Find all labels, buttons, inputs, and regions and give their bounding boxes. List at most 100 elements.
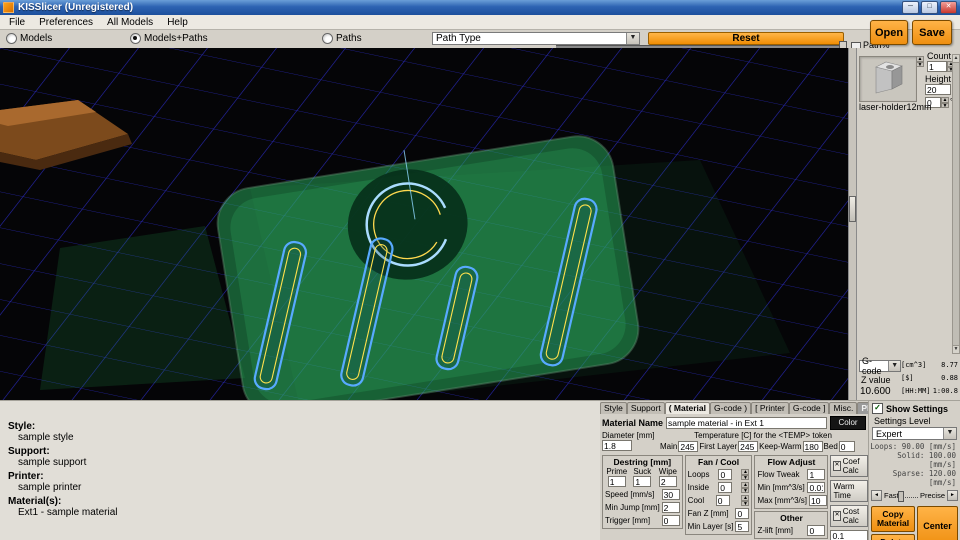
flow-tweak-input[interactable] — [807, 469, 826, 480]
kisslicer-window: KISSlicer (Unregistered) ─ □ ✕ File Pref… — [0, 0, 960, 540]
cool-input[interactable] — [715, 495, 730, 506]
fan-z-input[interactable] — [735, 508, 750, 519]
scroll-down-icon[interactable]: ▼ — [953, 345, 959, 353]
show-settings-row[interactable]: ✓ Show Settings — [872, 403, 960, 414]
maximize-icon[interactable]: □ — [921, 1, 938, 14]
menu-file[interactable]: File — [2, 16, 32, 29]
close-icon[interactable]: ✕ — [940, 1, 957, 14]
inside-input[interactable] — [718, 482, 733, 493]
temp-first-input[interactable] — [738, 441, 759, 452]
calc-column: ✕ Coef Calc Warm Time ✕ Cost Calc $ / cm… — [830, 455, 869, 540]
arrow-right-icon[interactable]: ► — [947, 490, 958, 501]
open-button[interactable]: Open — [870, 20, 908, 45]
warm-time-button[interactable]: Warm Time — [830, 480, 869, 502]
radio-models-paths-label: Models+Paths — [144, 33, 208, 44]
wipe-label: Wipe — [658, 467, 677, 476]
color-button[interactable]: Color — [830, 416, 866, 430]
cost-input[interactable] — [830, 530, 869, 540]
radio-models[interactable]: Models — [6, 33, 52, 44]
min-layer-input[interactable] — [735, 521, 750, 532]
temp-bed-input[interactable] — [838, 441, 855, 452]
title-bar: KISSlicer (Unregistered) ─ □ ✕ — [0, 0, 960, 15]
radio-models-paths[interactable]: Models+Paths — [130, 33, 208, 44]
path-type-dropdown[interactable]: Path Type ▼ — [432, 32, 640, 45]
delete-material-button[interactable]: Delete Material — [871, 534, 915, 540]
quality-slider-row: ◄ Fast Precise ► — [871, 490, 958, 502]
suck-input[interactable] — [633, 476, 652, 487]
prime-input[interactable] — [607, 476, 626, 487]
summary-style: Style: sample style — [8, 421, 74, 443]
summary-support: Support: sample support — [8, 446, 87, 468]
inside-stepper[interactable]: ▲ ▼ — [741, 482, 750, 493]
minimize-icon[interactable]: ─ — [902, 1, 919, 14]
radio-paths-dot — [322, 33, 333, 44]
center-button[interactable]: Center — [917, 506, 958, 540]
diameter-label: Diameter [mm] — [602, 431, 655, 440]
z-value-label: Z value — [861, 375, 891, 385]
count-label: Count — [927, 51, 952, 61]
trigger-input[interactable] — [661, 515, 680, 526]
flow-min-label: Min [mm^3/s] — [757, 483, 805, 492]
height-input[interactable] — [925, 84, 951, 95]
viewport-3d[interactable] — [0, 48, 848, 417]
flow-max-input[interactable] — [809, 495, 828, 506]
copy-material-button[interactable]: Copy Material — [871, 506, 915, 532]
menu-all-models[interactable]: All Models — [100, 16, 160, 29]
diameter-temp-row: Diameter [mm] Temperature [C] for the <T… — [602, 431, 866, 452]
radio-paths[interactable]: Paths — [322, 33, 362, 44]
flow-tweak-label: Flow Tweak — [757, 470, 800, 479]
settings-level-dropdown[interactable]: Expert ▼ — [872, 427, 957, 440]
sparse-speed: Sparse: 120.00 [mm/s] — [892, 469, 956, 487]
loops-input[interactable] — [718, 469, 733, 480]
coef-calc-button[interactable]: ✕ Coef Calc — [830, 455, 869, 477]
reset-button[interactable]: Reset — [648, 32, 844, 45]
wipe-input[interactable] — [658, 476, 677, 487]
scroll-up-icon[interactable]: ▲ — [953, 55, 959, 63]
layer-slider[interactable] — [848, 48, 857, 400]
cool-stepper[interactable]: ▲ ▼ — [741, 495, 750, 506]
show-settings-label: Show Settings — [886, 403, 949, 414]
quality-slider-handle[interactable] — [897, 490, 904, 502]
gcode-dropdown[interactable]: G-code ▼ — [859, 356, 901, 376]
min-layer-label: Min Layer [s] — [687, 522, 734, 531]
quality-slider[interactable] — [897, 490, 918, 502]
model-preview[interactable] — [859, 56, 917, 102]
tab-gcode-ext[interactable]: G-code ) — [710, 402, 752, 414]
tab-gcode-printer[interactable]: G-code ] — [788, 402, 830, 414]
diameter-input[interactable] — [602, 440, 632, 451]
preview-stepper[interactable]: ▲ ▼ — [916, 56, 924, 67]
temp-main-input[interactable] — [678, 441, 699, 452]
tab-misc[interactable]: Misc. — [829, 402, 858, 414]
close-icon[interactable]: ✕ — [833, 461, 841, 471]
arrow-left-icon[interactable]: ◄ — [871, 490, 882, 501]
z-lift-input[interactable] — [807, 525, 826, 536]
flow-min-input[interactable] — [807, 482, 826, 493]
tab-material[interactable]: ( Material — [664, 402, 711, 414]
temp-keepwarm-input[interactable] — [802, 441, 823, 452]
show-settings-checkbox[interactable]: ✓ — [872, 403, 883, 414]
layer-slider-handle[interactable] — [849, 196, 856, 222]
min-jump-input[interactable] — [661, 502, 680, 513]
settings-sidebar: ✓ Show Settings Settings Level Expert ▼ … — [868, 400, 960, 540]
tab-support[interactable]: Support — [626, 402, 665, 414]
temp-bed-label: Bed — [823, 442, 838, 451]
fan-z-label: Fan Z [mm] — [687, 509, 729, 518]
count-input[interactable] — [927, 61, 947, 72]
fast-label: Fast — [884, 491, 899, 500]
loops-stepper[interactable]: ▲ ▼ — [741, 469, 750, 480]
menu-preferences[interactable]: Preferences — [32, 16, 100, 29]
menu-help[interactable]: Help — [160, 16, 195, 29]
stat-volume: [cm^3] 8.77 — [901, 361, 958, 369]
loops-speed: Loops: 90.00 [mm/s] — [870, 442, 956, 451]
model-list-scrollbar[interactable]: ▲ ▼ — [952, 54, 960, 354]
precise-label: Precise — [919, 491, 945, 500]
close-icon[interactable]: ✕ — [833, 511, 841, 521]
tab-printer[interactable]: [ Printer — [751, 402, 789, 414]
material-name-input[interactable] — [666, 417, 827, 429]
speed-input[interactable] — [661, 489, 680, 500]
inside-label: Inside — [687, 483, 710, 492]
height-label: Height — [925, 74, 952, 84]
tab-style[interactable]: Style — [600, 402, 627, 414]
save-button[interactable]: Save — [912, 20, 952, 45]
cost-calc-button[interactable]: ✕ Cost Calc — [830, 505, 869, 527]
